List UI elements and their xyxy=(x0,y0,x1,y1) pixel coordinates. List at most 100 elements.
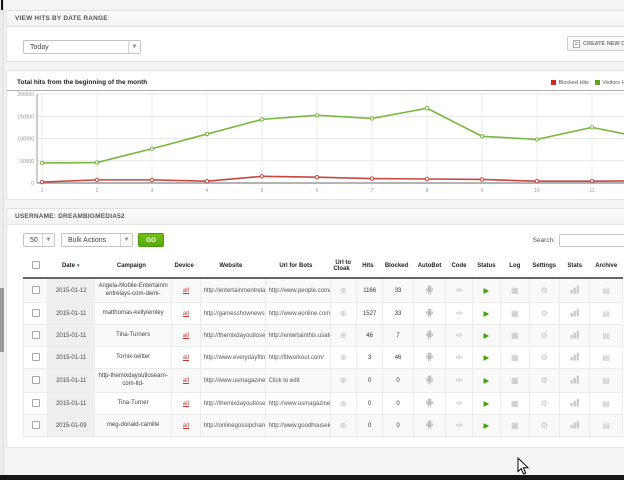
hits-line-chart: 050000100000150000200000123456789101112 xyxy=(7,91,624,199)
android-autobot-icon[interactable] xyxy=(425,329,434,340)
row-device-link[interactable]: all xyxy=(183,333,189,339)
row-checkbox[interactable] xyxy=(32,399,40,407)
cloak-globe-icon[interactable]: ⊕ xyxy=(340,309,347,318)
code-icon[interactable]: </> xyxy=(456,355,462,361)
row-checkbox[interactable] xyxy=(32,331,40,339)
legend-blocked-label: Blocked Hits xyxy=(558,80,589,86)
stats-bars-icon[interactable] xyxy=(570,352,580,361)
header-blocked[interactable]: Blocked↕ xyxy=(383,255,413,278)
date-range-panel-title: VIEW HITS BY DATE RANGE xyxy=(7,11,624,27)
log-icon[interactable]: ▦ xyxy=(511,399,519,408)
status-active-icon[interactable]: ▶ xyxy=(483,376,489,385)
cloak-globe-icon[interactable]: ⊕ xyxy=(340,399,347,408)
row-url-for-bots[interactable]: http://entertainthis.usatod... xyxy=(265,325,330,347)
page-size-select[interactable]: 50 ▼ xyxy=(23,233,55,247)
row-checkbox[interactable] xyxy=(32,421,40,429)
stats-bars-icon[interactable] xyxy=(570,330,580,339)
log-icon[interactable]: ▦ xyxy=(511,421,519,430)
row-website: http://www.usmagazine.c... xyxy=(200,369,265,393)
android-autobot-icon[interactable] xyxy=(425,284,434,295)
row-checkbox[interactable] xyxy=(32,376,40,384)
code-icon[interactable]: </> xyxy=(456,288,462,294)
cloak-globe-icon[interactable]: ⊕ xyxy=(340,376,347,385)
header-hits[interactable]: Hits↕ xyxy=(356,255,382,278)
row-url-for-bots[interactable]: Click to edit xyxy=(265,369,330,393)
android-autobot-icon[interactable] xyxy=(425,374,434,385)
code-icon[interactable]: </> xyxy=(456,423,462,429)
stats-bars-icon[interactable] xyxy=(570,420,580,429)
archive-icon[interactable]: ▤ xyxy=(602,331,610,340)
row-checkbox[interactable] xyxy=(32,353,40,361)
date-range-select[interactable]: Today ▼ xyxy=(23,40,141,54)
stats-bars-icon[interactable] xyxy=(570,285,580,294)
code-icon[interactable]: </> xyxy=(456,401,462,407)
create-new-campaign-button[interactable]: CREATE NEW CAMPAIGN xyxy=(567,36,624,51)
status-active-icon[interactable]: ▶ xyxy=(483,309,489,318)
android-autobot-icon[interactable] xyxy=(425,307,434,318)
log-icon[interactable]: ▦ xyxy=(511,309,519,318)
android-autobot-icon[interactable] xyxy=(425,397,434,408)
header-url-to-cloak[interactable]: Url to Cloak↕ xyxy=(330,255,356,278)
archive-icon[interactable]: ▤ xyxy=(602,421,610,430)
log-icon[interactable]: ▦ xyxy=(511,286,519,295)
archive-icon[interactable]: ▤ xyxy=(602,376,610,385)
settings-gear-icon[interactable]: ⚙ xyxy=(541,376,548,385)
archive-icon[interactable]: ▤ xyxy=(602,399,610,408)
row-device-link[interactable]: all xyxy=(183,288,189,294)
header-date[interactable]: Date▼ xyxy=(48,255,95,278)
scrollbar-thumb[interactable] xyxy=(0,288,4,352)
row-campaign: Tornix-twitter xyxy=(95,347,172,369)
code-icon[interactable]: </> xyxy=(456,378,462,384)
row-device-link[interactable]: all xyxy=(183,311,189,317)
cloak-globe-icon[interactable]: ⊕ xyxy=(340,286,347,295)
cloak-globe-icon[interactable]: ⊕ xyxy=(340,421,347,430)
log-icon[interactable]: ▦ xyxy=(511,353,519,362)
row-url-for-bots[interactable]: http://fitworkout.com/ xyxy=(265,347,330,369)
log-icon[interactable]: ▦ xyxy=(511,376,519,385)
row-device-link[interactable]: all xyxy=(183,378,189,384)
cloak-globe-icon[interactable]: ⊕ xyxy=(340,331,347,340)
header-campaign[interactable]: Campaign↕ xyxy=(95,255,172,278)
stats-bars-icon[interactable] xyxy=(570,398,580,407)
status-active-icon[interactable]: ▶ xyxy=(483,331,489,340)
row-url-for-bots[interactable]: http://www.goodhouseke... xyxy=(265,415,330,437)
android-autobot-icon[interactable] xyxy=(425,351,434,362)
header-website[interactable]: Website↕ xyxy=(200,255,265,278)
settings-gear-icon[interactable]: ⚙ xyxy=(541,331,548,340)
bulk-actions-select[interactable]: Bulk Actions ▼ xyxy=(61,233,133,247)
header-url-for-bots[interactable]: Url for Bots↕ xyxy=(265,255,330,278)
archive-icon[interactable]: ▤ xyxy=(602,286,610,295)
cloak-globe-icon[interactable]: ⊕ xyxy=(340,353,347,362)
header-device[interactable]: Device↕ xyxy=(172,255,200,278)
archive-icon[interactable]: ▤ xyxy=(602,353,610,362)
sort-icon: ↕ xyxy=(375,263,378,269)
settings-gear-icon[interactable]: ⚙ xyxy=(541,421,548,430)
settings-gear-icon[interactable]: ⚙ xyxy=(541,353,548,362)
row-device-link[interactable]: all xyxy=(183,423,189,429)
search-input[interactable] xyxy=(559,234,624,247)
status-active-icon[interactable]: ▶ xyxy=(483,421,489,430)
log-icon[interactable]: ▦ xyxy=(511,331,519,340)
row-checkbox[interactable] xyxy=(32,309,40,317)
code-icon[interactable]: </> xyxy=(456,333,462,339)
status-active-icon[interactable]: ▶ xyxy=(483,399,489,408)
select-all-checkbox[interactable] xyxy=(32,261,40,269)
row-url-for-bots[interactable]: http://www.eonline.com/n... xyxy=(265,303,330,325)
code-icon[interactable]: </> xyxy=(456,311,462,317)
status-active-icon[interactable]: ▶ xyxy=(483,353,489,362)
status-active-icon[interactable]: ▶ xyxy=(483,286,489,295)
go-button[interactable]: GO xyxy=(138,233,164,247)
row-device-link[interactable]: all xyxy=(183,355,189,361)
stats-bars-icon[interactable] xyxy=(570,375,580,384)
stats-bars-icon[interactable] xyxy=(570,308,580,317)
settings-gear-icon[interactable]: ⚙ xyxy=(541,286,548,295)
row-device-link[interactable]: all xyxy=(183,401,189,407)
row-checkbox[interactable] xyxy=(32,286,40,294)
row-url-for-bots[interactable]: http://www.people.com/ar... xyxy=(265,278,330,303)
archive-icon[interactable]: ▤ xyxy=(602,309,610,318)
android-autobot-icon[interactable] xyxy=(425,419,434,430)
row-url-for-bots[interactable]: http://www.usmagazine.c... xyxy=(265,393,330,415)
row-blocked: 7 xyxy=(383,325,413,347)
settings-gear-icon[interactable]: ⚙ xyxy=(541,399,548,408)
settings-gear-icon[interactable]: ⚙ xyxy=(541,309,548,318)
